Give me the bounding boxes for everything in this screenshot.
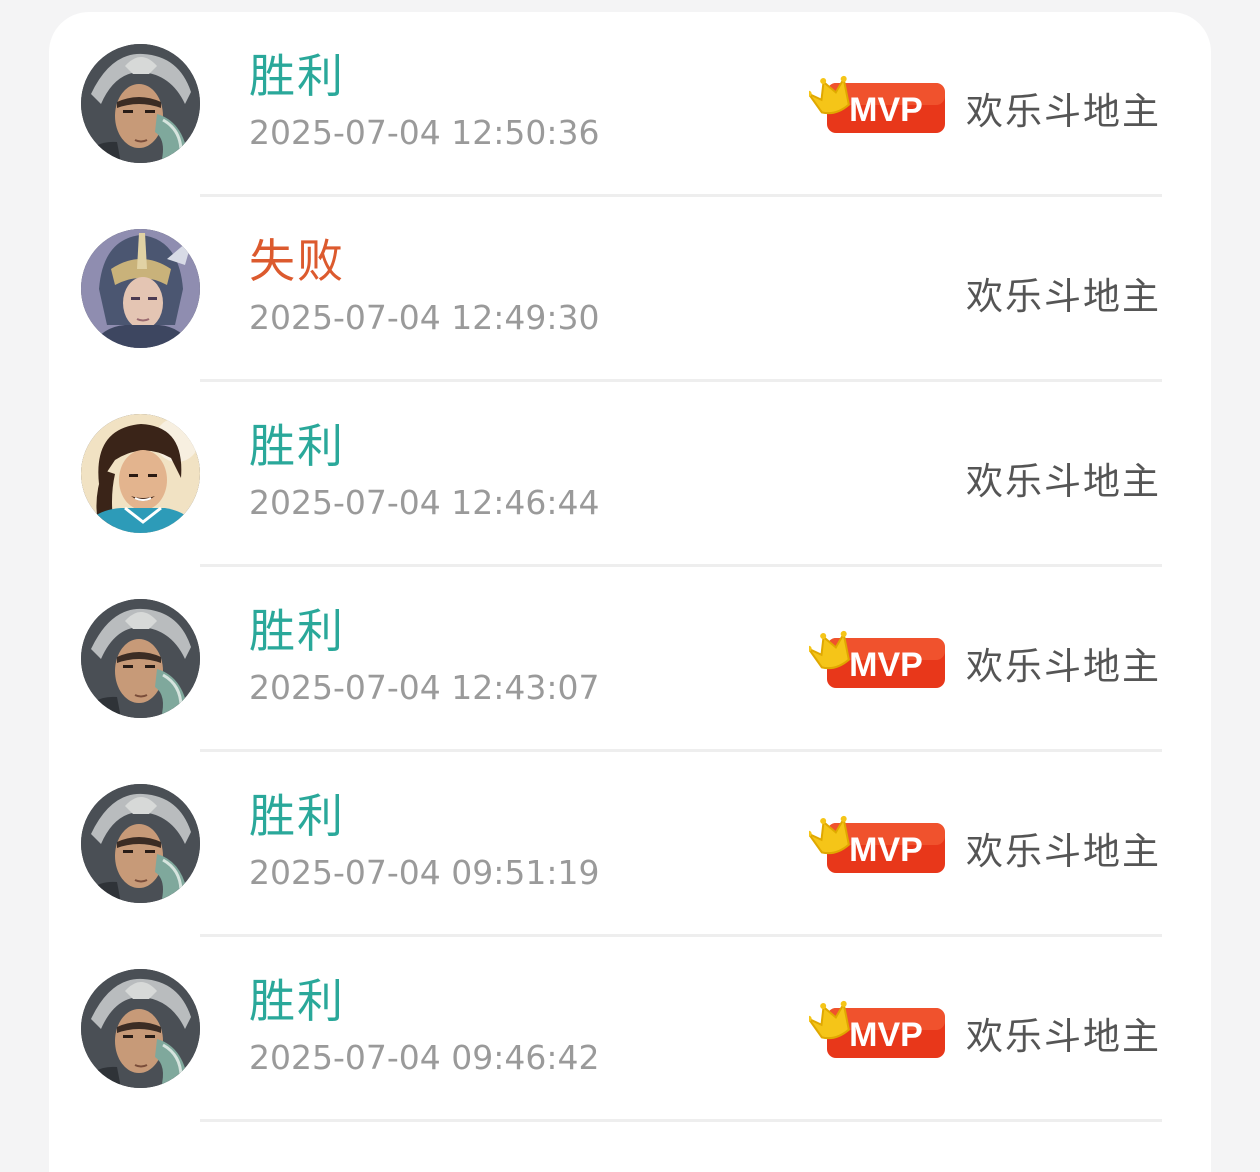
match-time: 2025-07-04 12:49:30 [249, 298, 600, 337]
silver-helmet-warrior-avatar-icon [81, 229, 200, 348]
match-record-row[interactable]: 胜利 2025-07-04 12:43:07 MVP 欢乐斗地主 [49, 567, 1211, 752]
game-mode-label: 欢乐斗地主 [966, 90, 1161, 133]
match-result: 胜利 [249, 604, 345, 658]
mvp-badge-icon: MVP [805, 622, 949, 694]
match-result: 失败 [249, 234, 345, 288]
armored-warrior-avatar-icon [81, 44, 200, 163]
match-record-row[interactable]: 胜利 2025-07-04 12:46:44 欢乐斗地主 [49, 382, 1211, 567]
long-hair-swordsman-avatar-icon [81, 414, 200, 533]
match-record-row[interactable]: 胜利 2025-07-04 09:51:19 MVP 欢乐斗地主 [49, 752, 1211, 937]
svg-text:MVP: MVP [849, 1016, 923, 1054]
svg-text:MVP: MVP [849, 646, 923, 684]
svg-text:MVP: MVP [849, 91, 923, 129]
match-time: 2025-07-04 12:46:44 [249, 483, 600, 522]
match-time: 2025-07-04 12:43:07 [249, 668, 600, 707]
match-history-card: 胜利 2025-07-04 12:50:36 MVP 欢乐斗地主 失败 2025… [49, 12, 1211, 1172]
match-result: 胜利 [249, 49, 345, 103]
armored-warrior-avatar-icon [81, 969, 200, 1088]
match-time: 2025-07-04 09:46:42 [249, 1038, 600, 1077]
match-time: 2025-07-04 09:51:19 [249, 853, 600, 892]
mvp-badge-icon: MVP [805, 67, 949, 139]
match-result: 胜利 [249, 789, 345, 843]
armored-warrior-avatar-icon [81, 599, 200, 718]
match-record-row[interactable]: 胜利 2025-07-04 09:46:42 MVP 欢乐斗地主 [49, 937, 1211, 1122]
game-mode-label: 欢乐斗地主 [966, 1015, 1161, 1058]
game-mode-label: 欢乐斗地主 [966, 645, 1161, 688]
row-divider [200, 1119, 1162, 1122]
match-result: 胜利 [249, 974, 345, 1028]
game-mode-label: 欢乐斗地主 [966, 275, 1161, 318]
game-mode-label: 欢乐斗地主 [966, 830, 1161, 873]
match-record-row[interactable]: 失败 2025-07-04 12:49:30 欢乐斗地主 [49, 197, 1211, 382]
armored-warrior-avatar-icon [81, 784, 200, 903]
mvp-badge-icon: MVP [805, 807, 949, 879]
match-record-row[interactable]: 胜利 2025-07-04 12:50:36 MVP 欢乐斗地主 [49, 12, 1211, 197]
svg-text:MVP: MVP [849, 831, 923, 869]
match-result: 胜利 [249, 419, 345, 473]
game-mode-label: 欢乐斗地主 [966, 460, 1161, 503]
mvp-badge-icon: MVP [805, 992, 949, 1064]
match-time: 2025-07-04 12:50:36 [249, 113, 600, 152]
